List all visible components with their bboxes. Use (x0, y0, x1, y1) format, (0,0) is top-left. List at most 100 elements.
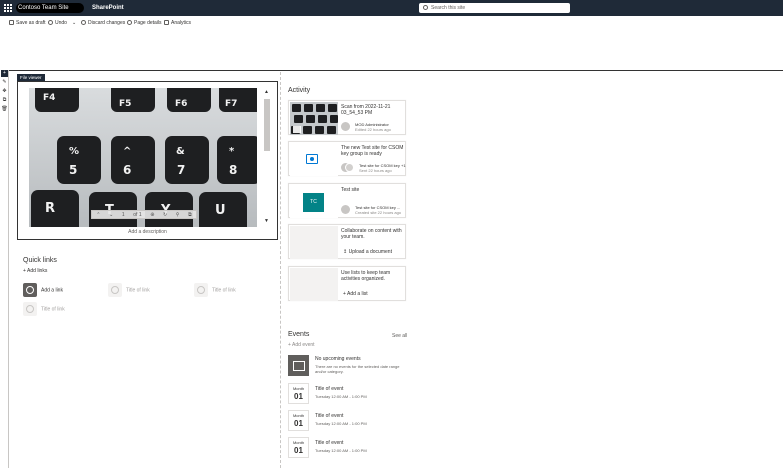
svg-text:F5: F5 (119, 99, 131, 109)
chevron-up-icon[interactable]: ⌃ (96, 212, 100, 218)
upload-document-button[interactable]: ↥ Upload a document (343, 249, 392, 255)
svg-text:%: % (69, 146, 79, 157)
undo-label: Undo (55, 20, 67, 26)
command-bar: Save as draft Undo ⌄ Discard changes Page… (0, 16, 783, 30)
section-divider (0, 70, 783, 71)
svg-text:^: ^ (123, 146, 131, 157)
placeholder-thumbnail (290, 268, 338, 301)
event-title[interactable]: Title of event (315, 413, 343, 419)
scroll-up-icon[interactable]: ▲ (264, 89, 269, 95)
gear-icon (127, 20, 132, 25)
app-name[interactable]: SharePoint (92, 3, 124, 13)
chevron-down-icon[interactable]: ⌄ (72, 20, 76, 26)
edit-section-icon[interactable]: ✎ (1, 79, 8, 86)
analytics-icon (164, 20, 169, 25)
analytics-label: Analytics (171, 20, 192, 26)
activity-suggestion-card[interactable]: Collaborate on content with your team. ↥… (288, 224, 406, 259)
quick-link-label: Title of link (126, 287, 150, 294)
viewer-scrollbar[interactable]: ▲ ▼ (263, 89, 271, 227)
quick-link-label: Add a link (41, 287, 63, 294)
quick-link-label: Title of link (41, 306, 65, 313)
description-field[interactable]: Add a description (17, 229, 278, 235)
rotate-icon[interactable]: ↻ (163, 212, 167, 218)
svg-text:F7: F7 (225, 99, 237, 109)
events-title[interactable]: Events (288, 331, 309, 338)
calendar-icon (288, 355, 309, 376)
svg-text:*: * (229, 146, 235, 157)
move-section-icon[interactable]: ✥ (1, 88, 8, 95)
no-events-description: There are no events for the selected dat… (315, 364, 400, 374)
quick-link-placeholder[interactable]: Title of link (194, 283, 236, 297)
event-day: 01 (294, 446, 303, 455)
globe-icon (23, 302, 37, 316)
keyboard-photo: F4 F5 F6 F7 % 5 ^ 6 & 7 * 8 R T Y U (29, 88, 257, 227)
svg-text:7: 7 (177, 163, 185, 177)
activity-card-title: Use lists to keep team activities organi… (341, 270, 391, 282)
upload-document-label: Upload a document (348, 249, 392, 255)
discard-icon (81, 20, 86, 25)
add-list-button[interactable]: + Add a list (343, 291, 368, 297)
activity-time: Edited 22 hours ago (355, 127, 391, 132)
activity-card[interactable]: Scan from 2022-11-21 03_54_53 PM MOD Adm… (288, 100, 406, 135)
analytics-button[interactable]: Analytics (164, 19, 191, 27)
globe-icon (23, 283, 37, 297)
open-new-window-icon[interactable]: ⧉ (188, 212, 192, 218)
zoom-in-icon[interactable]: ⊕ (150, 212, 154, 218)
activity-card[interactable]: TC Test site Test site for CSOM key ... … (288, 183, 406, 218)
event-date[interactable]: Month 01 (288, 383, 309, 404)
event-date[interactable]: Month 01 (288, 410, 309, 431)
file-preview-image[interactable]: F4 F5 F6 F7 % 5 ^ 6 & 7 * 8 R T Y U (29, 88, 257, 227)
event-title[interactable]: Title of event (315, 386, 343, 392)
add-section-icon[interactable]: + (1, 70, 8, 77)
search-icon[interactable]: ⚲ (176, 212, 180, 218)
scrollbar-thumb[interactable] (264, 99, 270, 151)
event-time: Tuesday 12:00 AM - 1:00 PM (315, 421, 367, 426)
activity-suggestion-card[interactable]: Use lists to keep team activities organi… (288, 266, 406, 301)
quick-link-label: Title of link (212, 287, 236, 294)
app-launcher-icon[interactable] (4, 4, 12, 12)
quick-link-placeholder[interactable]: Title of link (108, 283, 150, 297)
placeholder-thumbnail (290, 226, 338, 259)
save-as-draft-label: Save as draft (16, 20, 46, 26)
undo-icon (48, 20, 53, 25)
activity-time: Created site 22 hours ago (355, 210, 402, 215)
activity-card[interactable]: The new Test site for CSOM key group is … (288, 141, 406, 176)
add-event-button[interactable]: + Add event (288, 342, 315, 348)
add-event-label: Add event (292, 342, 315, 348)
svg-text:8: 8 (229, 163, 237, 177)
site-name[interactable]: Contoso Team Site (16, 3, 84, 13)
save-as-draft-button[interactable]: Save as draft (9, 19, 45, 27)
search-placeholder: Search this site (431, 5, 466, 11)
avatar (345, 163, 354, 172)
discard-changes-button[interactable]: Discard changes (81, 19, 125, 27)
add-links-label: Add links (27, 268, 48, 274)
quick-link-add[interactable]: Add a link (23, 283, 63, 297)
svg-text:&: & (176, 146, 185, 157)
add-links-button[interactable]: + Add links (23, 268, 47, 274)
page-number-input[interactable]: 1 (122, 212, 125, 218)
delete-section-icon[interactable]: 🗑 (1, 106, 8, 113)
event-time: Tuesday 12:00 AM - 1:00 PM (315, 394, 367, 399)
see-all-link[interactable]: See all (392, 333, 407, 339)
search-input[interactable]: Search this site (419, 3, 570, 13)
page-details-button[interactable]: Page details (127, 19, 162, 27)
svg-text:6: 6 (123, 163, 131, 177)
event-day: 01 (294, 392, 303, 401)
site-logo-tile: TC (303, 193, 324, 212)
site-thumbnail: TC (290, 185, 338, 218)
event-title[interactable]: Title of event (315, 440, 343, 446)
chevron-down-icon[interactable]: ⌄ (109, 212, 113, 218)
edit-toolbox-rail: + ✎ ✥ ⧉ 🗑 (0, 70, 9, 468)
duplicate-section-icon[interactable]: ⧉ (1, 97, 8, 104)
quick-links-title[interactable]: Quick links (23, 257, 57, 264)
quick-link-placeholder[interactable]: Title of link (23, 302, 65, 316)
avatar (341, 122, 350, 131)
globe-icon (108, 283, 122, 297)
document-thumbnail (290, 102, 338, 135)
scroll-down-icon[interactable]: ▼ (264, 218, 269, 224)
activity-title[interactable]: Activity (288, 87, 310, 94)
event-date[interactable]: Month 01 (288, 437, 309, 458)
activity-time: Sent 22 hours ago (359, 168, 392, 173)
page-details-label: Page details (134, 20, 162, 26)
undo-button[interactable]: Undo ⌄ (48, 19, 76, 27)
